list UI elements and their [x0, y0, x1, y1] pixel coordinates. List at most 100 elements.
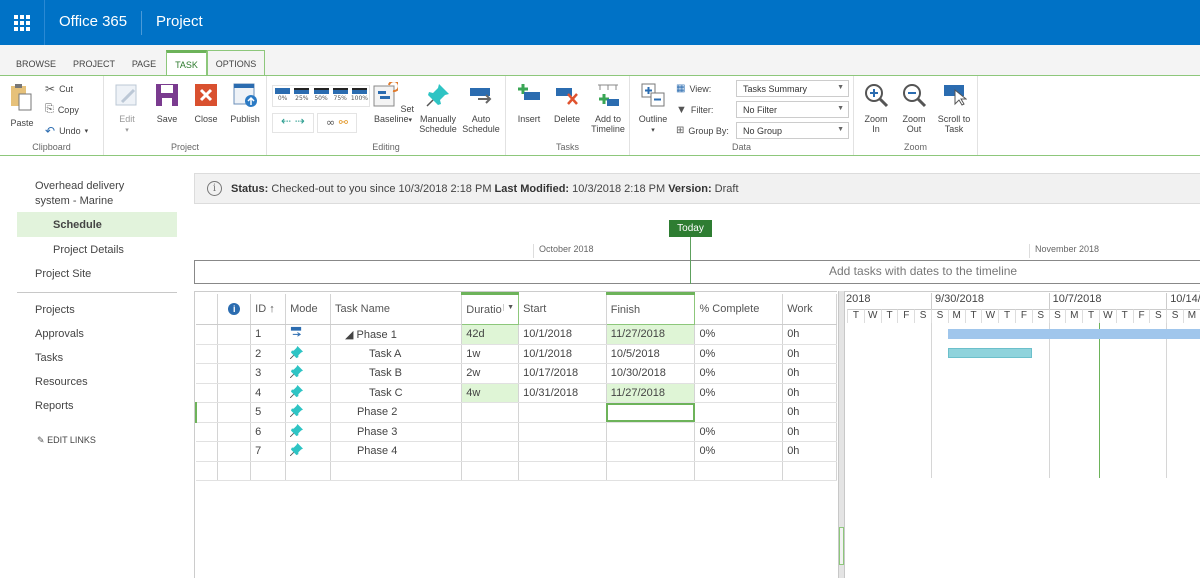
id-cell[interactable]: 4 [250, 383, 287, 403]
id-cell[interactable]: 2 [250, 344, 287, 364]
duration-cell[interactable]: 2w [461, 363, 520, 384]
duration-cell[interactable]: 1w [461, 344, 520, 364]
filter-dropdown[interactable]: No Filter ▼ [736, 101, 849, 118]
empty-cell[interactable] [606, 461, 696, 481]
finish-cell[interactable]: 11/27/2018 [606, 383, 696, 403]
edit-links-button[interactable]: ✎ EDIT LINKS [37, 435, 96, 446]
chevron-down-icon[interactable]: ▼ [503, 303, 514, 311]
link-icon[interactable]: ∞ [326, 116, 335, 129]
empty-cell[interactable] [217, 461, 252, 481]
empty-cell[interactable] [285, 461, 331, 481]
indicator-cell[interactable] [217, 441, 252, 462]
undo-button[interactable]: ↶ Undo ▾ [45, 124, 88, 138]
app-launcher-button[interactable] [0, 0, 45, 45]
work-column-header[interactable]: Work [782, 293, 837, 325]
task-name-cell[interactable]: Task A [330, 344, 463, 364]
indicator-cell[interactable] [217, 363, 252, 384]
task-name-cell[interactable]: Phase 3 [330, 422, 463, 442]
empty-cell[interactable] [694, 461, 784, 481]
empty-cell[interactable] [461, 461, 520, 481]
id-cell[interactable]: 5 [250, 402, 287, 423]
duration-column-header[interactable]: Duratio ▼ [461, 292, 520, 325]
close-button[interactable]: Close [192, 82, 220, 124]
indicator-column-header[interactable]: i [217, 293, 252, 325]
id-cell[interactable]: 1 [250, 324, 287, 345]
sidebar-item-approvals[interactable]: Approvals [35, 328, 84, 340]
empty-cell[interactable] [196, 461, 219, 481]
project-name-link[interactable]: Overhead delivery system - Marine [35, 179, 124, 209]
duration-cell[interactable] [461, 441, 520, 462]
percent-complete-cell[interactable]: 0% [694, 344, 784, 364]
publish-button[interactable]: Publish [228, 82, 262, 124]
percent-complete-cell[interactable] [694, 402, 784, 423]
work-cell[interactable]: 0h [782, 422, 837, 442]
indicator-cell[interactable] [217, 344, 252, 364]
sidebar-item-tasks[interactable]: Tasks [35, 352, 63, 364]
table-row[interactable]: 1 ◢ Phase 1 42d 10/1/2018 11/27/2018 0% 0h [196, 324, 837, 345]
id-column-header[interactable]: ID ↑ [250, 293, 287, 325]
table-row[interactable]: 6 Phase 3 0% 0h [196, 422, 837, 442]
start-cell[interactable]: 10/17/2018 [518, 363, 607, 384]
set-baseline-button[interactable]: Set Baseline▾ [371, 80, 415, 126]
duration-cell[interactable]: 42d [461, 324, 520, 345]
percent-75-button[interactable]: 75% [331, 86, 350, 106]
empty-row[interactable] [196, 461, 837, 481]
task-name-cell[interactable]: Phase 2 [330, 402, 463, 423]
outline-button[interactable]: Outline ▾ [634, 82, 672, 136]
percent-complete-cell[interactable]: 0% [694, 363, 784, 384]
add-to-timeline-button[interactable]: Add to Timeline [588, 82, 628, 134]
mode-cell[interactable] [285, 402, 331, 423]
insert-button[interactable]: Insert [512, 82, 546, 124]
percent-100-button[interactable]: 100% [350, 86, 369, 106]
id-cell[interactable]: 6 [250, 422, 287, 442]
manually-schedule-button[interactable]: Manually Schedule [419, 82, 457, 134]
finish-cell-editing[interactable] [606, 402, 696, 423]
percent-complete-cell[interactable]: 0% [694, 324, 784, 345]
edit-button[interactable]: Edit ▾ [114, 82, 140, 136]
sidebar-item-projects[interactable]: Projects [35, 304, 75, 316]
indicator-cell[interactable] [217, 324, 252, 345]
start-cell[interactable] [518, 441, 607, 462]
start-cell[interactable]: 10/31/2018 [518, 383, 607, 403]
finish-cell[interactable]: 11/27/2018 [606, 324, 696, 345]
row-selector[interactable] [196, 344, 219, 364]
finish-cell[interactable]: 10/5/2018 [606, 344, 696, 364]
empty-cell[interactable] [782, 461, 837, 481]
empty-cell[interactable] [518, 461, 607, 481]
tab-options[interactable]: OPTIONS [207, 50, 265, 75]
tab-page[interactable]: PAGE [126, 51, 162, 75]
finish-cell[interactable] [606, 422, 696, 442]
start-cell[interactable]: 10/1/2018 [518, 344, 607, 364]
sidebar-item-project-site[interactable]: Project Site [35, 268, 91, 280]
start-cell[interactable]: 10/1/2018 [518, 324, 607, 345]
row-selector[interactable] [196, 324, 219, 345]
mode-cell[interactable] [285, 422, 331, 442]
indicator-cell[interactable] [217, 383, 252, 403]
start-column-header[interactable]: Start [518, 293, 607, 325]
pane-splitter[interactable] [838, 291, 845, 578]
work-cell[interactable]: 0h [782, 363, 837, 384]
duration-cell[interactable] [461, 422, 520, 442]
work-cell[interactable]: 0h [782, 324, 837, 345]
indicator-cell[interactable] [217, 422, 252, 442]
scroll-to-task-button[interactable]: Scroll to Task [934, 82, 974, 134]
percent-complete-cell[interactable]: 0% [694, 441, 784, 462]
tab-task[interactable]: TASK [166, 50, 207, 76]
id-cell[interactable]: 3 [250, 363, 287, 384]
splitter-handle[interactable] [839, 527, 844, 565]
delete-button[interactable]: Delete [550, 82, 584, 124]
sidebar-item-reports[interactable]: Reports [35, 400, 74, 412]
percent-complete-cell[interactable]: 0% [694, 422, 784, 442]
empty-cell[interactable] [250, 461, 287, 481]
percent-complete-column-header[interactable]: % Complete [694, 293, 784, 325]
tab-project[interactable]: PROJECT [70, 51, 118, 75]
table-row[interactable]: 2 Task A 1w 10/1/2018 10/5/2018 0% 0h [196, 344, 837, 364]
row-selector[interactable] [196, 422, 219, 442]
mode-cell[interactable] [285, 344, 331, 364]
sidebar-item-project-details[interactable]: Project Details [53, 244, 124, 256]
unlink-icon[interactable]: ⚯ [339, 116, 348, 129]
sidebar-item-schedule[interactable]: Schedule [17, 212, 177, 237]
work-cell[interactable]: 0h [782, 402, 837, 423]
table-row[interactable]: 4 Task C 4w 10/31/2018 11/27/2018 0% 0h [196, 383, 837, 403]
suite-brand[interactable]: Office 365 [59, 13, 127, 30]
